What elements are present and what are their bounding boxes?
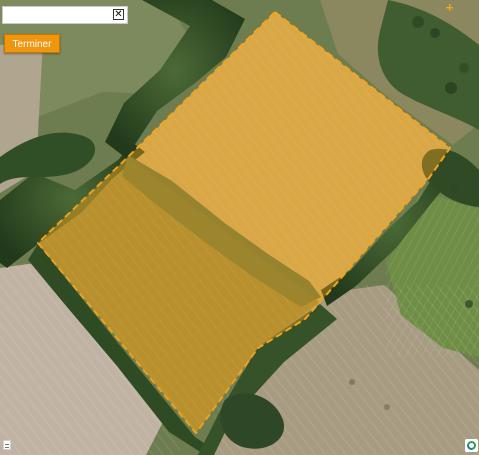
aerial-map[interactable] xyxy=(0,0,479,455)
close-icon: ✕ xyxy=(114,9,123,20)
tree-dot xyxy=(465,300,473,308)
draw-tool-panel: ✕ xyxy=(2,6,128,24)
geoportail-logo-icon xyxy=(465,439,478,452)
provider-logo-icon xyxy=(3,440,11,450)
finish-drawing-button[interactable]: Terminer xyxy=(4,34,60,53)
map-viewport[interactable]: ✕ Terminer xyxy=(0,0,479,455)
close-panel-button[interactable]: ✕ xyxy=(113,9,124,20)
vertex-handle-icon[interactable] xyxy=(446,0,453,11)
tree-dot xyxy=(445,82,457,94)
geoportail-logo-graphic xyxy=(466,440,477,451)
tree-dot xyxy=(384,404,390,410)
tree-dot xyxy=(459,63,469,73)
tree-dot xyxy=(430,28,440,38)
tree-dot xyxy=(450,185,458,193)
tree-dot xyxy=(349,379,355,385)
vertex-handle-graphic xyxy=(446,4,453,11)
tree-dot xyxy=(412,16,424,28)
